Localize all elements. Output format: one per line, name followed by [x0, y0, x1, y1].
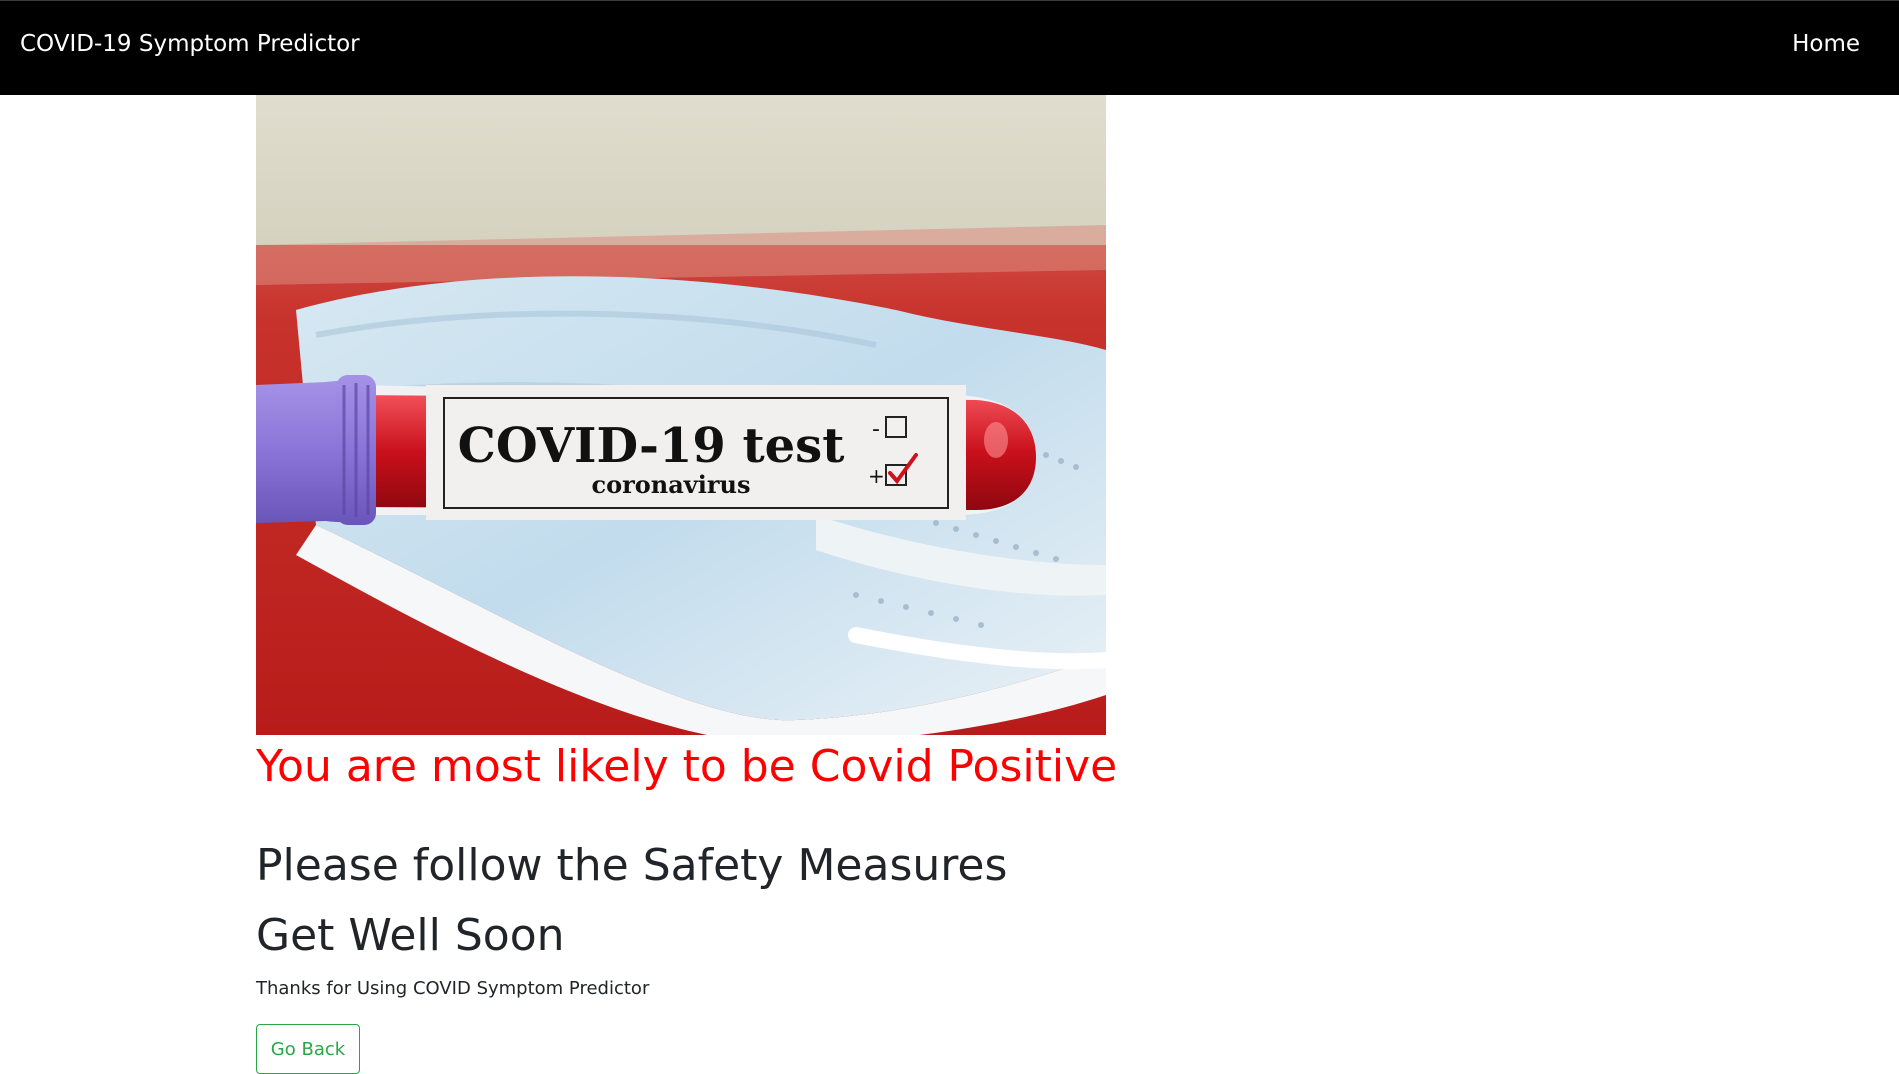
get-well-message: Get Well Soon — [256, 910, 565, 961]
covid-test-hero-image: COVID-19 test coronavirus - + — [256, 95, 1106, 735]
nav-link-home[interactable]: Home — [1792, 31, 1860, 57]
tube-label-subtitle: coronavirus — [592, 470, 751, 499]
prediction-result: You are most likely to be Covid Positive — [256, 741, 1118, 792]
svg-text:-: - — [872, 417, 880, 442]
go-back-button[interactable]: Go Back — [256, 1024, 360, 1074]
thanks-text: Thanks for Using COVID Symptom Predictor — [256, 978, 650, 999]
top-navbar: COVID-19 Symptom Predictor Home — [0, 0, 1899, 95]
tube-label-title: COVID-19 test — [458, 418, 845, 474]
svg-text:+: + — [868, 464, 885, 488]
safety-message: Please follow the Safety Measures — [256, 840, 1008, 891]
navbar-brand[interactable]: COVID-19 Symptom Predictor — [20, 31, 360, 57]
